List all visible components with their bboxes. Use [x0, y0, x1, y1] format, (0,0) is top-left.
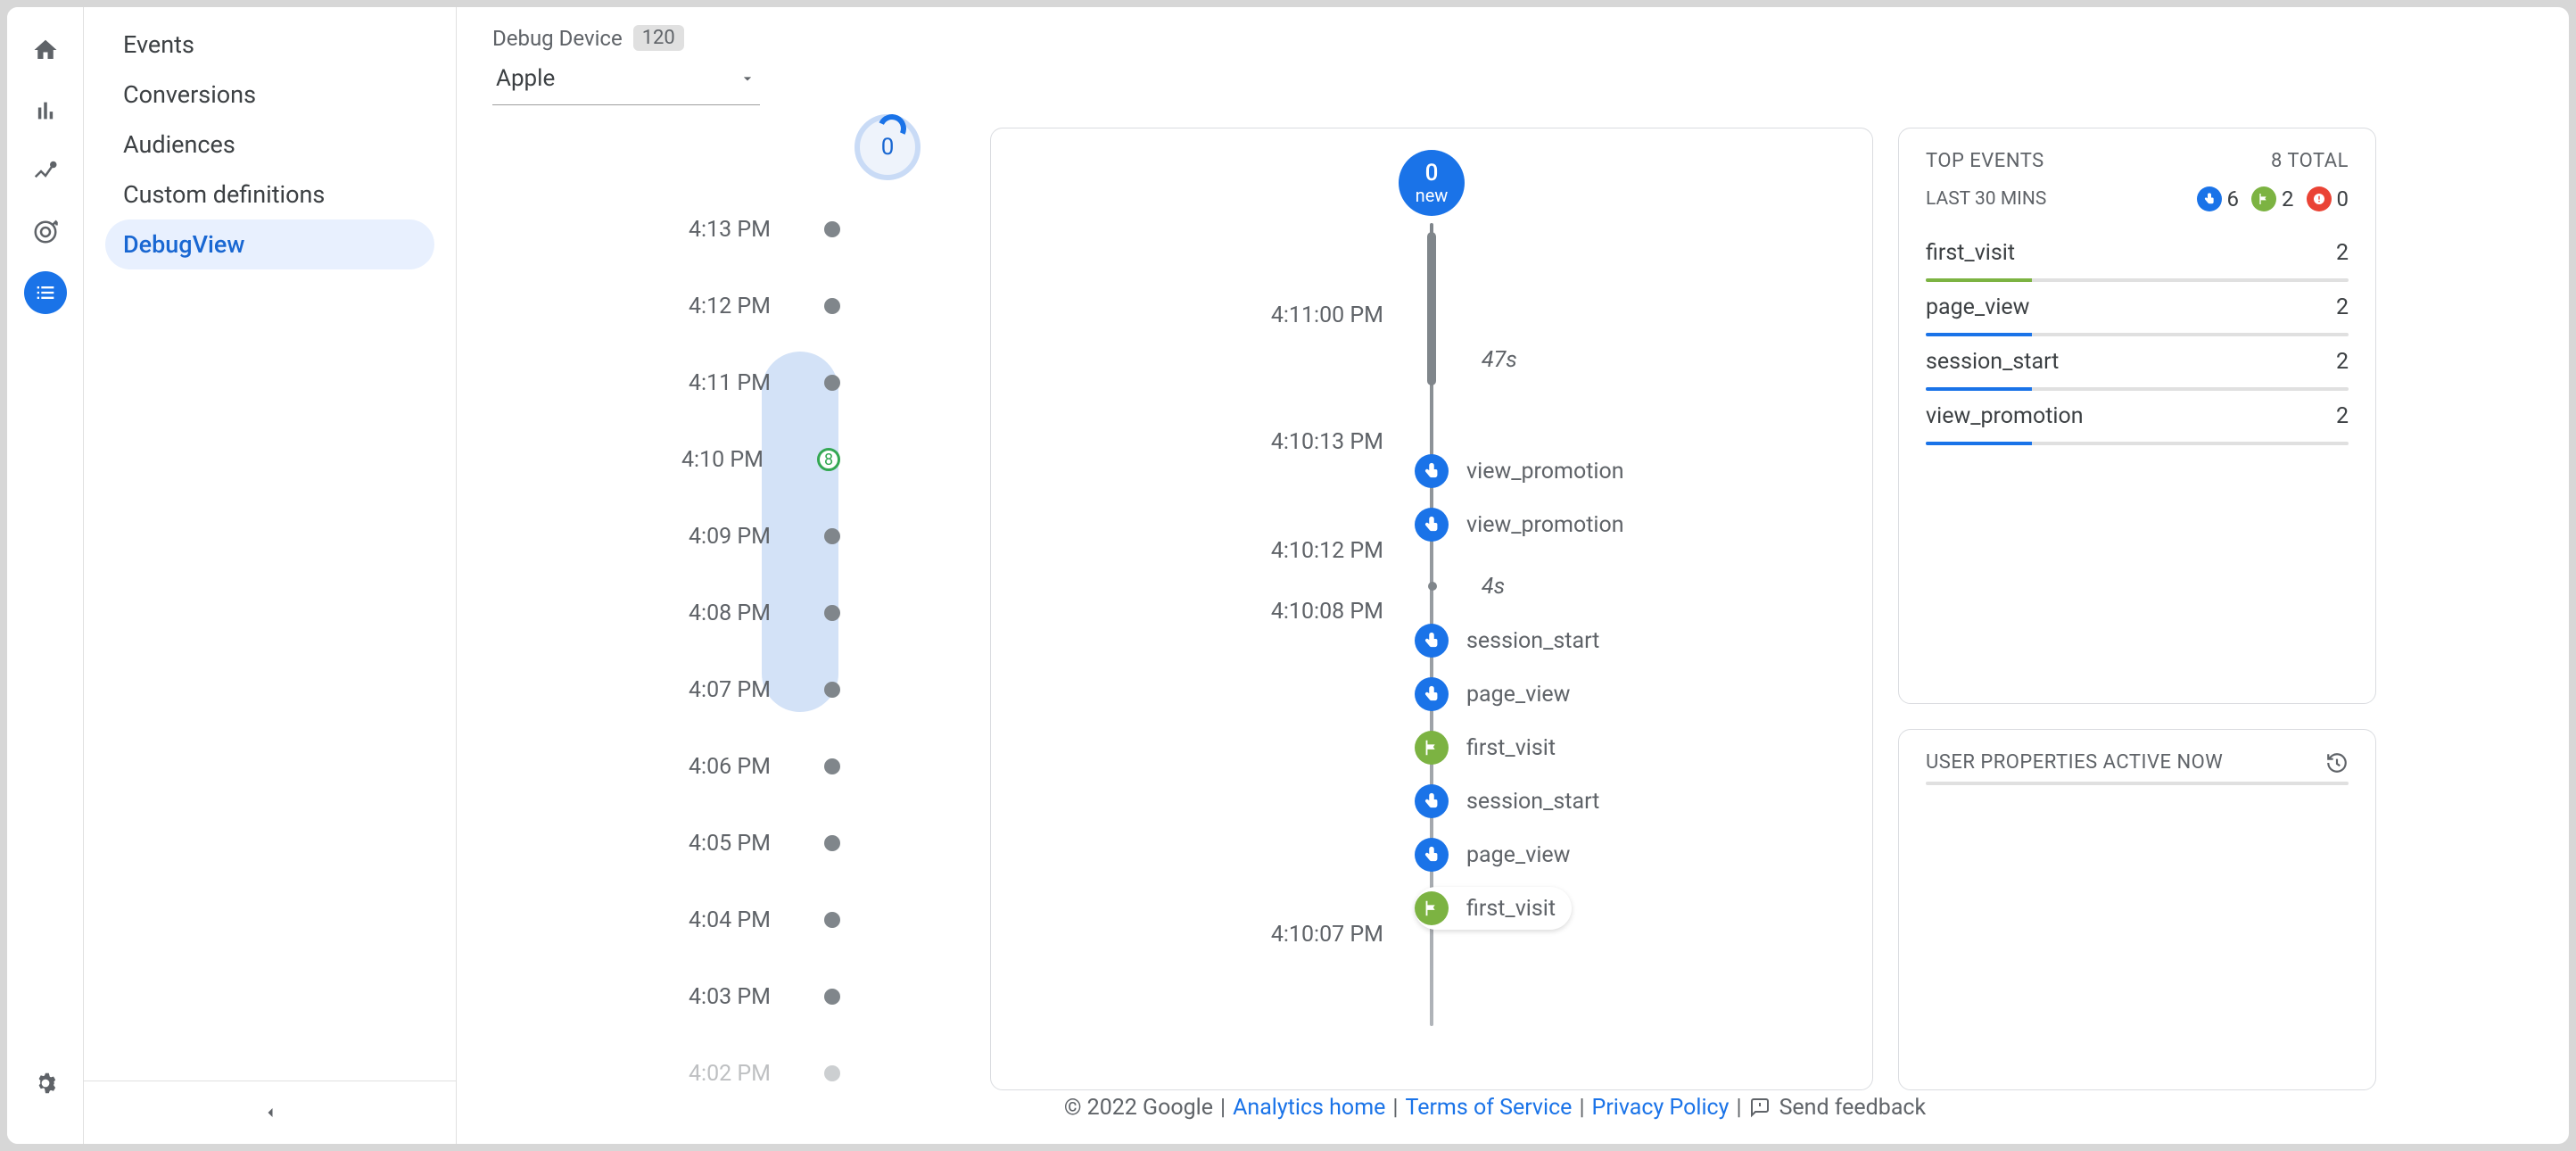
- minute-row[interactable]: 4:03 PM: [457, 958, 956, 1035]
- top-event-row[interactable]: view_promotion2: [1899, 391, 2375, 445]
- user-properties-card: USER PROPERTIES ACTIVE NOW: [1898, 729, 2376, 1090]
- right-column: TOP EVENTS 8 TOTAL LAST 30 MINS 6 2 0 fi…: [1898, 128, 2376, 1090]
- rail-advertising[interactable]: [24, 211, 67, 253]
- feedback-icon: [1749, 1097, 1771, 1118]
- touch-icon: [1415, 624, 1449, 658]
- side-nav: Events Conversions Audiences Custom defi…: [84, 7, 457, 1144]
- rail-reports[interactable]: [24, 89, 67, 132]
- event-chip[interactable]: session_start: [1415, 780, 1615, 823]
- list-icon: [33, 280, 58, 305]
- touch-icon: [1415, 454, 1449, 488]
- sidenav-item-conversions[interactable]: Conversions: [105, 70, 434, 120]
- event-chip[interactable]: first_visit: [1415, 726, 1572, 769]
- event-chip[interactable]: view_promotion: [1415, 450, 1640, 493]
- top-event-row[interactable]: page_view2: [1899, 282, 2375, 336]
- top-event-row[interactable]: first_visit2: [1899, 228, 2375, 282]
- minute-row[interactable]: 4:05 PM: [457, 805, 956, 882]
- top-events-title: TOP EVENTS: [1926, 150, 2044, 172]
- gear-icon: [32, 1070, 59, 1097]
- event-chip[interactable]: page_view: [1415, 833, 1586, 876]
- rail-configure[interactable]: [24, 271, 67, 314]
- seconds-stream-card: 0 new 4:11:00 PM 47s 4:10:13 PM view_pro…: [990, 128, 1873, 1090]
- footer-link-tos[interactable]: Terms of Service: [1405, 1095, 1572, 1121]
- touch-icon: [2197, 186, 2222, 211]
- touch-icon: [1415, 838, 1449, 872]
- rail-admin[interactable]: [24, 1062, 67, 1105]
- target-icon: [32, 219, 59, 245]
- rail-home[interactable]: [24, 29, 67, 71]
- debug-device-label: Debug Device: [492, 26, 623, 51]
- minute-row[interactable]: 4:09 PM: [457, 498, 956, 575]
- selected-device: Apple: [496, 65, 555, 92]
- sidenav-item-custom-definitions[interactable]: Custom definitions: [105, 170, 434, 219]
- sidenav-item-audiences[interactable]: Audiences: [105, 120, 434, 170]
- minute-row[interactable]: 4:07 PM: [457, 651, 956, 728]
- stream-timestamp: 4:10:12 PM: [991, 538, 1383, 564]
- rail-explore[interactable]: [24, 150, 67, 193]
- send-feedback-button[interactable]: Send feedback: [1749, 1095, 1927, 1121]
- main-content: Debug Device 120 Apple 0 4:13 PM 4:12 PM…: [457, 7, 2569, 1144]
- home-icon: [32, 37, 59, 63]
- top-events-sub: LAST 30 MINS: [1926, 188, 2046, 210]
- seconds-counter: 0: [855, 114, 921, 180]
- top-events-total: 8 TOTAL: [2271, 150, 2349, 172]
- minute-row[interactable]: 4:04 PM: [457, 882, 956, 958]
- minute-row[interactable]: 4:08 PM: [457, 575, 956, 651]
- history-icon[interactable]: [2325, 751, 2349, 774]
- icon-rail: [7, 7, 84, 1144]
- stream-timestamp: 4:10:07 PM: [991, 922, 1383, 948]
- minute-row[interactable]: 4:06 PM: [457, 728, 956, 805]
- event-chip[interactable]: page_view: [1415, 673, 1586, 716]
- device-select[interactable]: Apple: [492, 58, 760, 105]
- footer: © 2022 Google | Analytics home | Terms o…: [457, 1085, 2533, 1130]
- flag-icon: [1415, 731, 1449, 765]
- event-chip[interactable]: session_start: [1415, 619, 1615, 662]
- chevron-left-icon: [261, 1104, 279, 1122]
- user-props-title: USER PROPERTIES ACTIVE NOW: [1926, 751, 2223, 774]
- event-type-counts: 6 2 0: [2197, 186, 2349, 211]
- sidenav-item-events[interactable]: Events: [105, 20, 434, 70]
- touch-icon: [1415, 677, 1449, 711]
- touch-icon: [1415, 784, 1449, 818]
- sidenav-item-debugview[interactable]: DebugView: [105, 219, 434, 269]
- flag-icon: [2251, 186, 2276, 211]
- caret-down-icon: [739, 70, 756, 87]
- new-events-badge[interactable]: 0 new: [1399, 150, 1465, 216]
- minute-row[interactable]: 4:13 PM: [457, 191, 956, 268]
- device-count-badge: 120: [633, 25, 684, 51]
- header: Debug Device 120 Apple: [457, 7, 2569, 114]
- footer-link-privacy[interactable]: Privacy Policy: [1592, 1095, 1730, 1121]
- minute-row[interactable]: 4:12 PM: [457, 268, 956, 344]
- stream-gap-label: 47s: [1482, 347, 1517, 373]
- explore-icon: [32, 158, 59, 185]
- minute-row[interactable]: 4:11 PM: [457, 344, 956, 421]
- stream-timestamp: 4:10:13 PM: [991, 429, 1383, 455]
- minute-timeline: 0 4:13 PM 4:12 PM 4:11 PM 4:10 PM8 4:09 …: [457, 114, 965, 1144]
- error-icon: [2307, 186, 2332, 211]
- top-event-row[interactable]: session_start2: [1899, 336, 2375, 391]
- minute-row-active[interactable]: 4:10 PM8: [457, 421, 956, 498]
- stream-timestamp: 4:11:00 PM: [991, 302, 1383, 328]
- stream-timestamp: 4:10:08 PM: [991, 599, 1383, 625]
- top-events-card: TOP EVENTS 8 TOTAL LAST 30 MINS 6 2 0 fi…: [1898, 128, 2376, 704]
- footer-link-analytics-home[interactable]: Analytics home: [1233, 1095, 1385, 1121]
- footer-copyright: © 2022 Google: [1064, 1095, 1213, 1121]
- bar-chart-icon: [33, 98, 58, 123]
- collapse-nav-button[interactable]: [105, 1081, 434, 1144]
